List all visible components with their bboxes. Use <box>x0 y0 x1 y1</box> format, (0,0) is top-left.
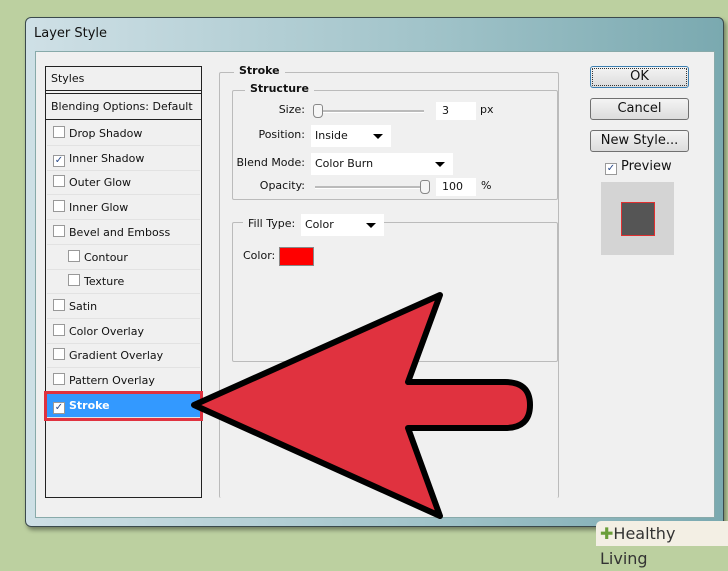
plus-logo-icon: ✚ <box>600 524 614 543</box>
watermark: ✚Healthy Living <box>596 521 728 568</box>
annotation-arrow <box>191 292 533 519</box>
red-arrow-icon <box>191 292 533 519</box>
